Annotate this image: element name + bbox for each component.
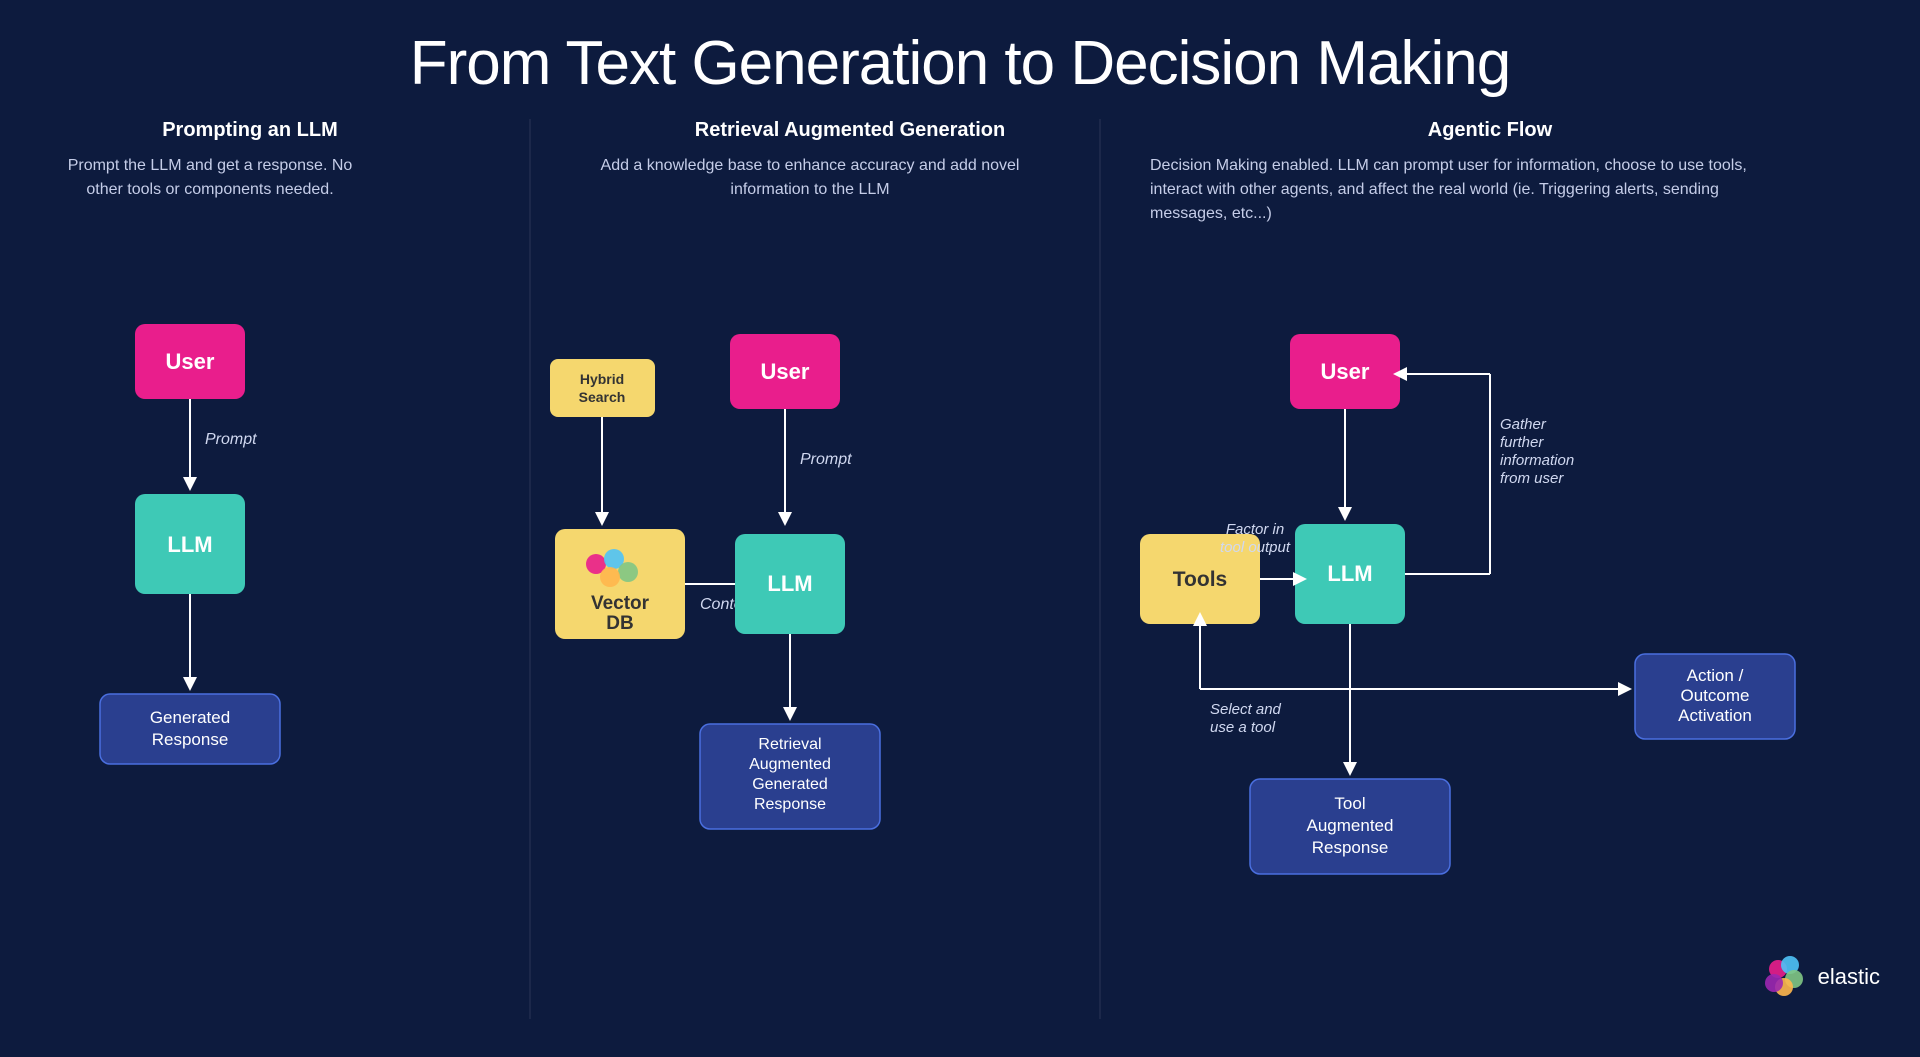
- col1-prompt-label: Prompt: [205, 431, 257, 448]
- col1-llm-label: LLM: [167, 532, 212, 557]
- col2-resp-label3: Generated: [752, 776, 828, 793]
- elastic-logo: elastic: [1762, 955, 1880, 999]
- col2-llm-label: LLM: [767, 571, 812, 596]
- col1-response-label2: Response: [152, 730, 229, 749]
- col1-response-label1: Generated: [150, 708, 230, 727]
- col3-factor-label2: tool output: [1220, 539, 1291, 556]
- col1-user-label: User: [166, 349, 215, 374]
- col2-prompt-label: Prompt: [800, 451, 852, 468]
- col3-tool-resp-label3: Response: [1312, 838, 1389, 857]
- page-title: From Text Generation to Decision Making: [0, 0, 1920, 119]
- col2-hybrid-box: [550, 359, 655, 417]
- col2-icon-orange: [600, 567, 620, 587]
- col3-action-label1: Action /: [1687, 666, 1744, 685]
- col3-llm-label: LLM: [1327, 561, 1372, 586]
- col2-vdb-label1: Vector: [591, 593, 650, 614]
- col2-hybrid-label2: Search: [579, 389, 626, 405]
- col2-user-label: User: [761, 359, 810, 384]
- elastic-logo-text: elastic: [1818, 964, 1880, 990]
- col3-action-label2: Outcome: [1681, 686, 1750, 705]
- col2-resp-label4: Response: [754, 796, 826, 813]
- col1-response-box: [100, 694, 280, 764]
- col2-arrow-user-llm-head: [778, 512, 792, 526]
- col3-tool-resp-label2: Augmented: [1307, 816, 1394, 835]
- col2-icon-green: [618, 562, 638, 582]
- col3-arrow-to-action-head: [1618, 682, 1632, 696]
- col1-arrow1-head: [183, 477, 197, 491]
- col2-resp-label1: Retrieval: [758, 736, 821, 753]
- col3-select-label2: use a tool: [1210, 719, 1276, 736]
- col3-factor-label1: Factor in: [1226, 521, 1284, 538]
- col3-select-label1: Select and: [1210, 701, 1282, 718]
- col3-user-label: User: [1321, 359, 1370, 384]
- col2-hybrid-label1: Hybrid: [580, 371, 624, 387]
- col3-action-label3: Activation: [1678, 706, 1752, 725]
- col2-arrow-llm-resp-head: [783, 707, 797, 721]
- diagram-svg: User Prompt LLM Generated Response Hybri…: [0, 119, 1920, 1019]
- col3-arrow-down-tool-resp-head: [1343, 762, 1357, 776]
- elastic-icon: [1762, 955, 1806, 999]
- col1-arrow2-head: [183, 677, 197, 691]
- col3-gather-label4: from user: [1500, 470, 1564, 487]
- col3-gather-label2: further: [1500, 434, 1544, 451]
- col2-resp-label2: Augmented: [749, 756, 831, 773]
- col2-arrow-hybrid-vdb-head: [595, 512, 609, 526]
- col3-gather-label3: information: [1500, 452, 1574, 469]
- col2-vdb-label2: DB: [606, 613, 633, 634]
- col3-tool-resp-label1: Tool: [1334, 794, 1365, 813]
- col3-gather-label1: Gather: [1500, 416, 1547, 433]
- col3-arrow-user-llm-head: [1338, 507, 1352, 521]
- col3-tools-label: Tools: [1173, 568, 1227, 591]
